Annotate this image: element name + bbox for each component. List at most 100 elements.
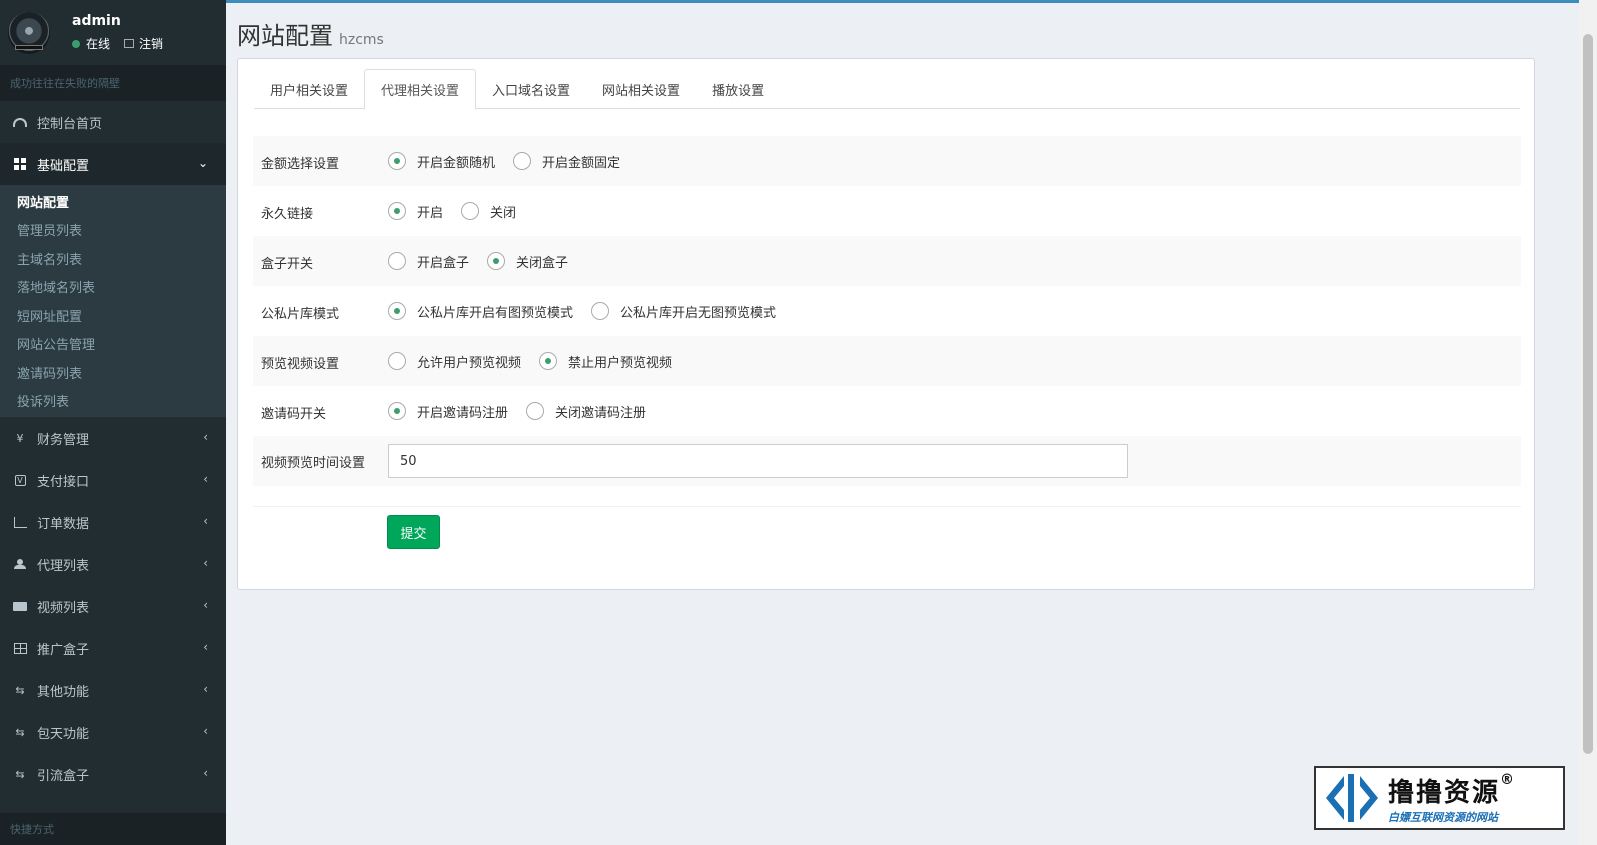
- radio-box-on[interactable]: 开启盒子: [388, 252, 469, 271]
- radio-checked-icon[interactable]: [388, 202, 406, 220]
- sidebar-item-basic-config[interactable]: 基础配置 ⌄: [0, 143, 226, 185]
- sidebar-footer[interactable]: 快捷方式: [0, 813, 226, 845]
- sidebar-item-traffic-box[interactable]: ⇆ 引流盒子 ‹: [0, 753, 226, 795]
- form-row-invite-code: 邀请码开关 开启邀请码注册 关闭邀请码注册: [253, 386, 1521, 436]
- radio-checked-icon[interactable]: [539, 352, 558, 370]
- radio-amount-fixed[interactable]: 开启金额固定: [513, 152, 620, 171]
- sidebar-item-payment[interactable]: V 支付接口 ‹: [0, 459, 226, 501]
- tab-playback-settings[interactable]: 播放设置: [696, 69, 780, 109]
- config-panel: 用户相关设置 代理相关设置 入口域名设置 网站相关设置 播放设置 金额选择设置 …: [237, 58, 1535, 590]
- sidebar-item-orders[interactable]: 订单数据 ‹: [0, 501, 226, 543]
- radio-unchecked-icon[interactable]: [526, 402, 545, 420]
- radio-unchecked-icon[interactable]: [513, 152, 532, 170]
- form-divider: [253, 506, 1521, 507]
- avatar: [8, 11, 50, 54]
- radio-permalink-off[interactable]: 关闭: [461, 202, 516, 221]
- watermark-badge: 撸撸资源® 白嫖互联网资源的网站: [1314, 766, 1565, 830]
- submenu-basic-config: 网站配置 管理员列表 主域名列表 落地域名列表 短网址配置 网站公告管理 邀请码…: [0, 185, 226, 417]
- sub-item-notice-manage[interactable]: 网站公告管理: [0, 330, 226, 359]
- chevron-down-icon: ⌄: [197, 156, 208, 170]
- sidebar-item-label: 推广盒子: [37, 642, 90, 658]
- radio-label: 允许用户预览视频: [417, 355, 522, 371]
- sub-item-main-domain-list[interactable]: 主域名列表: [0, 244, 226, 273]
- chevron-left-icon: ‹: [203, 724, 208, 738]
- tab-agent-settings[interactable]: 代理相关设置: [364, 69, 477, 110]
- retweet-icon: ⇆: [15, 767, 25, 781]
- dashboard-icon: [13, 116, 27, 128]
- logout-link[interactable]: 注销: [139, 35, 163, 52]
- sidebar-item-label: 引流盒子: [37, 768, 90, 784]
- radio-library-no-image-preview[interactable]: 公私片库开启无图预览模式: [591, 302, 776, 321]
- sub-item-complaint-list[interactable]: 投诉列表: [0, 387, 226, 416]
- sub-item-site-config[interactable]: 网站配置: [0, 187, 226, 216]
- radio-label: 公私片库开启无图预览模式: [620, 305, 777, 321]
- radio-label: 关闭盒子: [516, 255, 569, 271]
- sidebar-item-dashboard[interactable]: 控制台首页: [0, 101, 226, 143]
- radio-unchecked-icon[interactable]: [388, 252, 406, 270]
- radio-amount-random[interactable]: 开启金额随机: [388, 152, 495, 171]
- radio-checked-icon[interactable]: [388, 302, 406, 320]
- sub-item-short-url-config[interactable]: 短网址配置: [0, 301, 226, 330]
- radio-checked-icon[interactable]: [388, 402, 406, 420]
- sidebar-item-other[interactable]: ⇆ 其他功能 ‹: [0, 669, 226, 711]
- radio-label: 开启邀请码注册: [417, 405, 509, 421]
- tab-site-settings[interactable]: 网站相关设置: [586, 69, 696, 109]
- sidebar-item-promo-box[interactable]: 推广盒子 ‹: [0, 627, 226, 669]
- radio-checked-icon[interactable]: [487, 252, 506, 270]
- radio-preview-forbid[interactable]: 禁止用户预览视频: [539, 352, 672, 371]
- page-scrollbar[interactable]: [1579, 0, 1597, 845]
- radio-library-image-preview[interactable]: 公私片库开启有图预览模式: [388, 302, 573, 321]
- tab-user-settings[interactable]: 用户相关设置: [254, 69, 364, 109]
- sidebar-item-agents[interactable]: 代理列表 ‹: [0, 543, 226, 585]
- sub-item-admin-list[interactable]: 管理员列表: [0, 216, 226, 245]
- radio-box-off[interactable]: 关闭盒子: [487, 252, 568, 271]
- sidebar-item-finance[interactable]: ¥ 财务管理 ‹: [0, 417, 226, 459]
- radio-checked-icon[interactable]: [388, 152, 406, 170]
- field-label: 公私片库模式: [261, 307, 340, 322]
- radio-invite-off[interactable]: 关闭邀请码注册: [526, 402, 646, 421]
- form-row-preview-video: 预览视频设置 允许用户预览视频 禁止用户预览视频: [253, 336, 1521, 386]
- radio-label: 禁止用户预览视频: [568, 355, 673, 371]
- radio-permalink-on[interactable]: 开启: [388, 202, 443, 221]
- radio-unchecked-icon[interactable]: [461, 202, 480, 220]
- sidebar-item-label: 视频列表: [37, 600, 90, 616]
- page-subtitle: hzcms: [339, 32, 384, 48]
- form-row-box-switch: 盒子开关 开启盒子 关闭盒子: [253, 236, 1521, 286]
- form-row-preview-time: 视频预览时间设置: [253, 436, 1521, 486]
- sidebar-item-label: 基础配置: [37, 158, 90, 174]
- radio-unchecked-icon[interactable]: [591, 302, 610, 320]
- user-panel: admin 在线 注销: [0, 0, 226, 65]
- chevron-left-icon: ‹: [203, 556, 208, 570]
- online-status-icon: [72, 39, 80, 48]
- radio-label: 开启盒子: [417, 255, 470, 271]
- preview-time-input[interactable]: [388, 444, 1128, 478]
- scrollbar-thumb[interactable]: [1583, 34, 1593, 754]
- page-title: 网站配置: [237, 22, 333, 50]
- chevron-left-icon: ‹: [203, 640, 208, 654]
- chevron-left-icon: ‹: [203, 682, 208, 696]
- radio-preview-allow[interactable]: 允许用户预览视频: [388, 352, 521, 371]
- sidebar-item-label: 包天功能: [37, 726, 90, 742]
- submit-button[interactable]: 提交: [387, 515, 440, 549]
- logout-icon[interactable]: [124, 39, 135, 48]
- sidebar-item-label: 支付接口: [37, 474, 90, 490]
- sidebar-item-daily-pass[interactable]: ⇆ 包天功能 ‹: [0, 711, 226, 753]
- radio-invite-on[interactable]: 开启邀请码注册: [388, 402, 508, 421]
- table-icon: [13, 642, 27, 654]
- radio-label: 关闭邀请码注册: [555, 405, 647, 421]
- sidebar-item-label: 其他功能: [37, 684, 90, 700]
- watermark-subtitle: 白嫖互联网资源的网站: [1388, 810, 1498, 824]
- chevron-left-icon: ‹: [203, 430, 208, 444]
- radio-unchecked-icon[interactable]: [388, 352, 406, 370]
- tab-entry-domain-settings[interactable]: 入口域名设置: [476, 69, 586, 109]
- chevron-left-icon: ‹: [203, 766, 208, 780]
- sidebar: admin 在线 注销 成功往往在失败的隔壁 控制台首页 基础配置 ⌄ 网站配置…: [0, 0, 226, 845]
- sidebar-item-label: 代理列表: [37, 558, 90, 574]
- sidebar-item-label: 控制台首页: [37, 116, 103, 132]
- sub-item-invite-code-list[interactable]: 邀请码列表: [0, 358, 226, 387]
- sidebar-item-label: 订单数据: [37, 516, 90, 532]
- retweet-icon: ⇆: [15, 683, 25, 697]
- sub-item-landing-domain-list[interactable]: 落地域名列表: [0, 273, 226, 302]
- content-header: 网站配置 hzcms: [237, 16, 384, 51]
- sidebar-item-videos[interactable]: 视频列表 ‹: [0, 585, 226, 627]
